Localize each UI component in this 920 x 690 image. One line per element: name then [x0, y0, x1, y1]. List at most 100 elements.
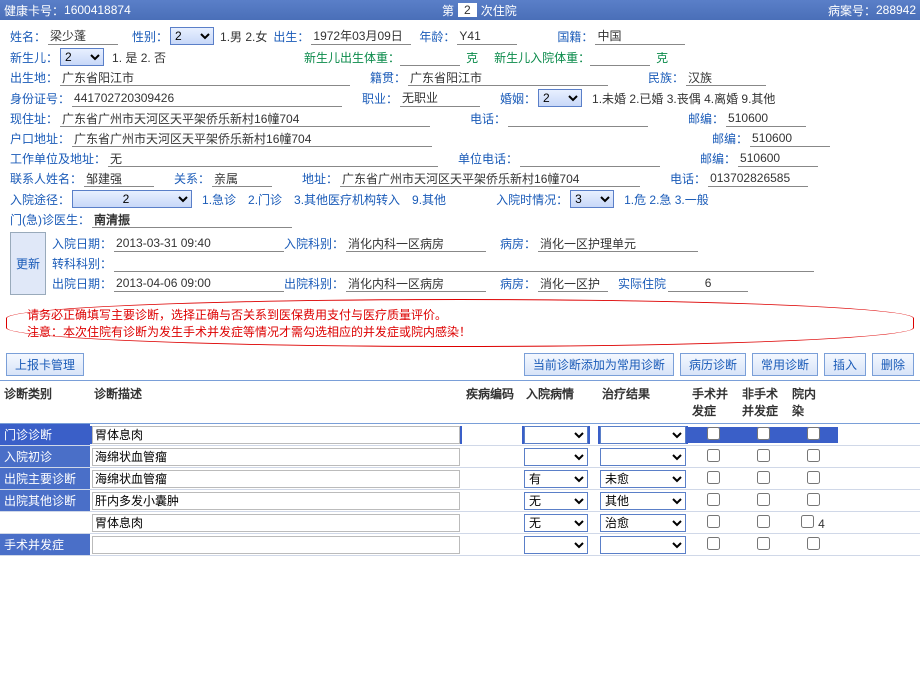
- relation-field[interactable]: [212, 170, 272, 187]
- cell-cond-select[interactable]: [524, 426, 588, 444]
- cell-nonsurg-compl-check[interactable]: [757, 515, 770, 528]
- cell-desc-input[interactable]: [92, 492, 460, 510]
- delete-button[interactable]: 删除: [872, 353, 914, 376]
- admit-ward-field[interactable]: [538, 235, 698, 252]
- birth-field[interactable]: [311, 28, 411, 45]
- table-header: 诊断类别 诊断描述 疾病编码 入院病情 治疗结果 手术并 发症 非手术 并发症 …: [0, 381, 920, 424]
- discharge-dept-field[interactable]: [346, 275, 486, 292]
- cell-nonsurg-compl-check[interactable]: [757, 449, 770, 462]
- cell-res-select[interactable]: [600, 448, 686, 466]
- cell-cond-select[interactable]: 无: [524, 514, 588, 532]
- admit-route-select[interactable]: 2: [72, 190, 192, 208]
- cell-nosocomial-check[interactable]: [807, 493, 820, 506]
- outpatient-doc-label: 门(急)诊医生：: [10, 211, 90, 228]
- cell-desc-input[interactable]: [92, 448, 460, 466]
- cell-res-select[interactable]: 其他: [600, 492, 686, 510]
- age-field[interactable]: [457, 28, 517, 45]
- table-row[interactable]: 入院初诊: [0, 446, 920, 468]
- marital-select[interactable]: 2: [538, 89, 582, 107]
- admit-status-select[interactable]: 3: [570, 190, 614, 208]
- name-field[interactable]: [48, 28, 118, 45]
- job-field[interactable]: [400, 90, 480, 107]
- id-field[interactable]: [72, 90, 342, 107]
- table-row[interactable]: 无治愈4: [0, 512, 920, 534]
- cell-surg-compl-check[interactable]: [707, 493, 720, 506]
- cell-surg-compl-check[interactable]: [707, 427, 720, 440]
- update-button[interactable]: 更新: [10, 232, 46, 295]
- cell-cond-select[interactable]: [524, 536, 588, 554]
- sex-select[interactable]: 2: [170, 27, 214, 45]
- cell-nonsurg-compl-check[interactable]: [757, 427, 770, 440]
- zip2-field[interactable]: [750, 130, 830, 147]
- worktel-field[interactable]: [520, 150, 660, 167]
- common-diag-button[interactable]: 常用诊断: [752, 353, 818, 376]
- contact-tel-field[interactable]: [708, 170, 808, 187]
- birthplace-field[interactable]: [60, 69, 350, 86]
- cell-cond-select[interactable]: 无: [524, 492, 588, 510]
- addr2-field[interactable]: [72, 130, 432, 147]
- sex-options: 1.男 2.女: [220, 28, 267, 45]
- admit-date-field[interactable]: [114, 235, 284, 252]
- work-label: 工作单位及地址：: [10, 150, 106, 167]
- report-card-button[interactable]: 上报卡管理: [6, 353, 84, 376]
- birth-weight-label: 新生儿出生体重：: [304, 49, 400, 66]
- cell-desc-input[interactable]: [92, 470, 460, 488]
- cell-res-select[interactable]: 未愈: [600, 470, 686, 488]
- cell-nonsurg-compl-check[interactable]: [757, 471, 770, 484]
- cell-nosocomial-check[interactable]: [807, 537, 820, 550]
- cell-cond-select[interactable]: [524, 448, 588, 466]
- add-common-diag-button[interactable]: 当前诊断添加为常用诊断: [524, 353, 674, 376]
- zip3-field[interactable]: [738, 150, 818, 167]
- cell-surg-compl-check[interactable]: [707, 471, 720, 484]
- cell-nosocomial-check[interactable]: [807, 449, 820, 462]
- cell-nosocomial-check[interactable]: [801, 515, 814, 528]
- contact-label: 联系人姓名：: [10, 170, 82, 187]
- top-bar: 健康卡号： 1600418874 第 2 次住院 病案号： 288942: [0, 0, 920, 20]
- birth-weight-field[interactable]: [400, 49, 460, 66]
- cell-res-select[interactable]: 治愈: [600, 514, 686, 532]
- work-field[interactable]: [108, 150, 438, 167]
- nationality-field[interactable]: [595, 28, 685, 45]
- addr1-field[interactable]: [60, 110, 430, 127]
- diagnosis-table: 诊断类别 诊断描述 疾病编码 入院病情 治疗结果 手术并 发症 非手术 并发症 …: [0, 380, 920, 556]
- outpatient-doc-field[interactable]: [92, 211, 292, 228]
- cell-desc-input[interactable]: [92, 426, 460, 444]
- cell-surg-compl-check[interactable]: [707, 515, 720, 528]
- table-row[interactable]: 出院主要诊断有未愈: [0, 468, 920, 490]
- insert-button[interactable]: 插入: [824, 353, 866, 376]
- history-diag-button[interactable]: 病历诊断: [680, 353, 746, 376]
- cell-nosocomial-check[interactable]: [807, 471, 820, 484]
- cell-surg-compl-check[interactable]: [707, 537, 720, 550]
- cell-nonsurg-compl-check[interactable]: [757, 493, 770, 506]
- table-row[interactable]: 手术并发症: [0, 534, 920, 556]
- cell-res-select[interactable]: [600, 536, 686, 554]
- cell-desc-input[interactable]: [92, 536, 460, 554]
- discharge-date-field[interactable]: [114, 275, 284, 292]
- discharge-ward-field[interactable]: [538, 275, 608, 292]
- admit-dept-field[interactable]: [346, 235, 486, 252]
- cell-desc-input[interactable]: [92, 514, 460, 532]
- los-field[interactable]: [668, 275, 748, 292]
- health-card-value: 1600418874: [64, 3, 131, 17]
- zip1-field[interactable]: [726, 110, 806, 127]
- transfer-dept-label: 转科科别：: [52, 255, 112, 272]
- ethnic-field[interactable]: [686, 69, 766, 86]
- hdr-c2: 非手术 并发症: [738, 381, 788, 423]
- transfer-dept-field[interactable]: [114, 255, 814, 272]
- contact-addr-field[interactable]: [340, 170, 640, 187]
- tel-field[interactable]: [508, 110, 648, 127]
- warning-box: 请务必正确填写主要诊断，选择正确与否关系到医保费用支付与医疗质量评价。 注意：本…: [6, 299, 914, 347]
- contact-field[interactable]: [84, 170, 154, 187]
- native-field[interactable]: [408, 69, 608, 86]
- cell-res-select[interactable]: [600, 426, 686, 444]
- table-row[interactable]: 门诊诊断: [0, 424, 920, 446]
- admit-status-label: 入院时情况：: [496, 191, 568, 208]
- cell-nonsurg-compl-check[interactable]: [757, 537, 770, 550]
- cell-surg-compl-check[interactable]: [707, 449, 720, 462]
- newborn-select[interactable]: 2: [60, 48, 104, 66]
- worktel-label: 单位电话：: [458, 150, 518, 167]
- table-row[interactable]: 出院其他诊断无其他: [0, 490, 920, 512]
- cell-cond-select[interactable]: 有: [524, 470, 588, 488]
- cell-nosocomial-check[interactable]: [807, 427, 820, 440]
- admit-weight-field[interactable]: [590, 49, 650, 66]
